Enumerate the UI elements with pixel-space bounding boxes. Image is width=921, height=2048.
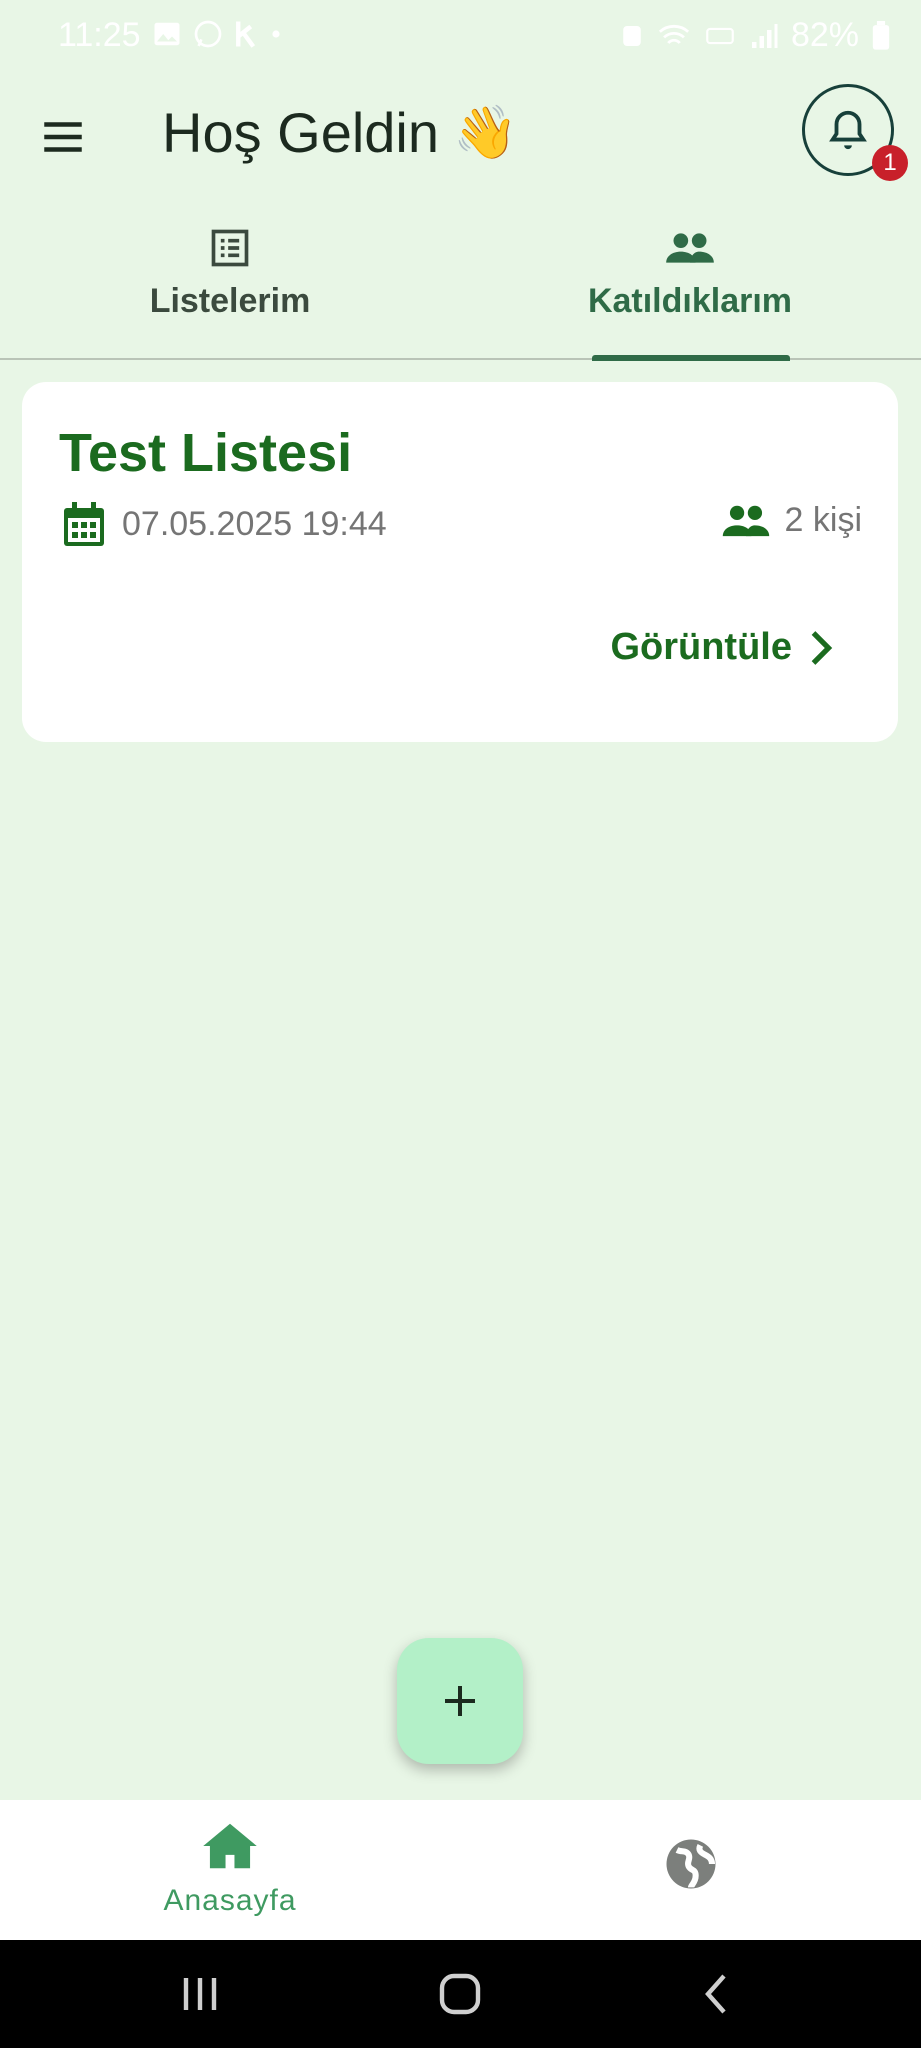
tab-indicator	[592, 355, 790, 361]
list-date: 07.05.2025 19:44	[122, 504, 387, 543]
participants-row: 2 kişi	[721, 500, 862, 540]
menu-button[interactable]	[38, 112, 88, 162]
nav-explore[interactable]	[460, 1800, 921, 1940]
people-icon	[722, 505, 769, 537]
menu-icon	[44, 122, 82, 152]
waving-hand-emoji: 👋	[453, 104, 518, 162]
chevron-right-icon	[811, 630, 833, 665]
recent-apps-icon[interactable]	[180, 1970, 220, 2018]
calendar-icon	[64, 502, 104, 546]
status-bar: 11:25 82%	[0, 0, 921, 70]
nav-home-label: Anasayfa	[163, 1884, 297, 1917]
view-label: Görüntüle	[610, 626, 792, 668]
nav-home[interactable]: Anasayfa	[0, 1800, 460, 1940]
back-icon[interactable]	[700, 1970, 732, 2018]
home-icon	[203, 1823, 257, 1869]
status-notification-icons	[152, 18, 282, 50]
list-card[interactable]: Test Listesi 07.05.2025 19:44 2 kişi Gör…	[22, 382, 898, 742]
list-icon	[211, 229, 249, 267]
group-icon	[666, 233, 714, 263]
wifi-icon	[658, 24, 690, 44]
bottom-navigation: Anasayfa	[0, 1800, 921, 1940]
status-system-icons: 82%	[619, 16, 891, 55]
home-button-icon[interactable]	[436, 1970, 484, 2018]
alarm-icon	[623, 25, 641, 46]
system-navigation-bar	[0, 1940, 921, 2048]
tab-label: Listelerim	[149, 282, 311, 320]
notification-badge: 1	[872, 145, 908, 181]
participant-count: 2 kişi	[784, 500, 862, 539]
list-title: Test Listesi	[59, 423, 353, 483]
add-list-button[interactable]	[397, 1638, 523, 1764]
tab-my-lists[interactable]: Listelerim	[0, 212, 460, 358]
page-title: Hoş Geldin 👋	[162, 100, 518, 165]
battery-icon	[872, 20, 890, 50]
whatsapp-icon	[194, 20, 222, 48]
gallery-icon	[154, 22, 180, 46]
bell-icon	[829, 110, 867, 150]
k-app-icon	[236, 21, 256, 48]
app-header: Hoş Geldin 👋 1	[0, 70, 921, 200]
welcome-text: Hoş Geldin	[162, 101, 440, 164]
view-button[interactable]: Görüntüle	[610, 626, 836, 669]
battery-percent: 82%	[790, 16, 859, 54]
signal-icon	[751, 23, 778, 48]
tab-bar: Listelerim Katıldıklarım	[0, 212, 921, 361]
tab-label: Katıldıklarım	[587, 282, 793, 320]
dot-icon	[272, 30, 280, 38]
globe-icon	[666, 1839, 715, 1889]
status-time: 11:25	[58, 16, 141, 54]
tab-joined[interactable]: Katıldıklarım	[460, 212, 920, 358]
lte-icon	[706, 27, 734, 44]
plus-icon	[445, 1686, 475, 1716]
list-date-row: 07.05.2025 19:44	[62, 500, 387, 548]
